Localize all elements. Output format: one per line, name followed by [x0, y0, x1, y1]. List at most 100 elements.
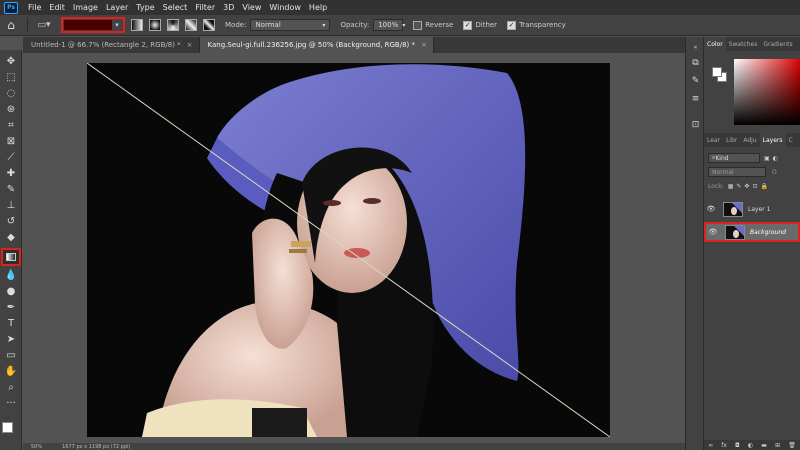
tab-label: Untitled-1 @ 66.7% (Rectangle 2, RGB/8) … — [31, 41, 181, 49]
path-select-icon[interactable]: ➤ — [2, 332, 20, 347]
menu-bar: Ps File Edit Image Layer Type Select Fil… — [0, 0, 800, 15]
new-layer-icon[interactable]: ⊞ — [775, 442, 780, 449]
reflected-gradient-button[interactable] — [185, 19, 197, 31]
type-icon[interactable]: T — [2, 316, 20, 331]
menu-edit[interactable]: Edit — [45, 3, 69, 12]
brush-icon[interactable]: ✎ — [2, 182, 20, 197]
adjustment-filter-icon[interactable]: ◐ — [773, 155, 778, 162]
mode-label: Mode: — [225, 21, 247, 29]
history-panel-icon[interactable]: ⧉ — [689, 57, 702, 69]
lock-pixels-icon[interactable]: ✎ — [736, 183, 741, 190]
collapse-icon[interactable]: « — [689, 41, 702, 53]
properties-icon[interactable]: ⊡ — [689, 119, 702, 131]
blur-icon[interactable]: 💧 — [2, 268, 20, 283]
transparency-checkbox[interactable]: ✓ — [507, 20, 517, 30]
color-chips[interactable] — [2, 422, 20, 442]
reverse-checkbox[interactable] — [413, 20, 423, 30]
color-picker-field[interactable] — [734, 59, 800, 125]
zoom-icon[interactable]: ⌕ — [2, 380, 20, 395]
pen-icon[interactable]: ✒ — [2, 300, 20, 315]
menu-layer[interactable]: Layer — [102, 3, 132, 12]
menu-window[interactable]: Window — [265, 3, 305, 12]
eye-icon[interactable]: 👁 — [706, 228, 720, 236]
eraser-icon[interactable]: ◆ — [2, 230, 20, 245]
lock-transparent-icon[interactable]: ▦ — [728, 183, 734, 190]
blend-mode-dropdown[interactable]: Normal — [708, 167, 766, 177]
status-bar: 50% 1677 px x 1198 px (72 ppi) — [23, 443, 685, 450]
document-tabs: Untitled-1 @ 66.7% (Rectangle 2, RGB/8) … — [23, 37, 685, 53]
gradient-picker[interactable]: ▾ — [61, 17, 125, 33]
tab-layers[interactable]: Layers — [759, 133, 786, 147]
healing-icon[interactable]: ✚ — [2, 166, 20, 181]
move-icon[interactable]: ✥ — [2, 54, 20, 69]
tab-adjustments[interactable]: Adju — [740, 133, 759, 147]
lock-position-icon[interactable]: ✥ — [744, 183, 749, 190]
document-canvas[interactable] — [87, 63, 610, 437]
layer-row-layer-1[interactable]: 👁 Layer 1 — [704, 199, 800, 219]
tab-color[interactable]: Color — [704, 37, 726, 51]
tab-gradients[interactable]: Gradients — [760, 37, 795, 51]
hand-icon[interactable]: ✋ — [2, 364, 20, 379]
lock-artboard-icon[interactable]: ⊡ — [752, 183, 757, 190]
radial-gradient-button[interactable] — [149, 19, 161, 31]
linear-gradient-button[interactable] — [131, 19, 143, 31]
tab-kang-seul-gi[interactable]: Kang.Seul-gi.full.236256.jpg @ 50% (Back… — [199, 37, 434, 53]
dodge-icon[interactable]: ● — [2, 284, 20, 299]
history-brush-icon[interactable]: ↺ — [2, 214, 20, 229]
quick-select-icon[interactable]: ⊛ — [2, 102, 20, 117]
menu-select[interactable]: Select — [159, 3, 192, 12]
close-icon[interactable]: × — [187, 41, 193, 49]
gradient-swatch — [64, 20, 112, 30]
brush-settings-icon[interactable]: ✎ — [689, 75, 702, 87]
dither-checkbox[interactable]: ✓ — [463, 20, 473, 30]
mode-dropdown[interactable]: Normal ▾ — [250, 19, 331, 31]
menu-help[interactable]: Help — [305, 3, 331, 12]
dither-label: Dither — [475, 21, 498, 29]
foreground-swatch[interactable] — [712, 67, 722, 77]
lasso-icon[interactable]: ◌ — [2, 86, 20, 101]
link-icon[interactable]: ∞ — [708, 442, 713, 449]
opacity-field[interactable]: 100% ▾ — [373, 19, 405, 31]
tab-swatches[interactable]: Swatches — [726, 37, 761, 51]
eye-icon[interactable]: 👁 — [704, 205, 718, 213]
tab-libraries[interactable]: Libr — [723, 133, 740, 147]
kind-filter-dropdown[interactable]: ⌕ Kind — [708, 153, 760, 163]
filter-row: ⌕ Kind ▣ ◐ — [704, 151, 800, 165]
zoom-level[interactable]: 50% — [31, 444, 42, 450]
diamond-gradient-button[interactable] — [203, 19, 215, 31]
tool-preset-picker[interactable]: ▭▾ — [33, 18, 55, 32]
lock-all-icon[interactable]: 🔒 — [760, 183, 767, 190]
eyedropper-icon[interactable]: ⟋ — [2, 150, 20, 165]
pixel-filter-icon[interactable]: ▣ — [764, 155, 770, 162]
rectangle-icon[interactable]: ▭ — [2, 348, 20, 363]
tab-untitled-1[interactable]: Untitled-1 @ 66.7% (Rectangle 2, RGB/8) … — [23, 37, 200, 53]
menu-image[interactable]: Image — [69, 3, 102, 12]
menu-filter[interactable]: Filter — [191, 3, 219, 12]
menu-3d[interactable]: 3D — [219, 3, 238, 12]
frame-icon[interactable]: ⊠ — [2, 134, 20, 149]
menu-file[interactable]: File — [24, 3, 45, 12]
folder-icon[interactable]: ▬ — [761, 442, 767, 449]
foreground-color[interactable] — [2, 422, 13, 433]
menu-view[interactable]: View — [238, 3, 265, 12]
gradient-icon — [6, 253, 16, 261]
tab-learn[interactable]: Lear — [704, 133, 723, 147]
chevron-down-icon[interactable]: ▾ — [112, 21, 122, 29]
mask-icon[interactable]: ◘ — [735, 442, 740, 449]
close-icon[interactable]: × — [421, 41, 427, 49]
more-icon[interactable]: ··· — [2, 396, 20, 411]
gradient-tool-button[interactable] — [1, 248, 21, 266]
stamp-icon[interactable]: ⊥ — [2, 198, 20, 213]
marquee-icon[interactable]: ⬚ — [2, 70, 20, 85]
crop-icon[interactable]: ⌗ — [2, 118, 20, 133]
tab-channels[interactable]: C — [786, 133, 796, 147]
angle-gradient-button[interactable] — [167, 19, 179, 31]
adjustment-layer-icon[interactable]: ◐ — [748, 442, 753, 449]
fx-icon[interactable]: fx — [721, 442, 727, 449]
home-icon[interactable]: ⌂ — [0, 15, 22, 36]
menu-type[interactable]: Type — [132, 3, 158, 12]
app-logo: Ps — [4, 1, 18, 14]
layer-row-background[interactable]: 👁 Background — [704, 222, 800, 242]
adjustments-icon[interactable]: ≡ — [689, 93, 702, 105]
trash-icon[interactable]: 🗑 — [788, 442, 796, 449]
